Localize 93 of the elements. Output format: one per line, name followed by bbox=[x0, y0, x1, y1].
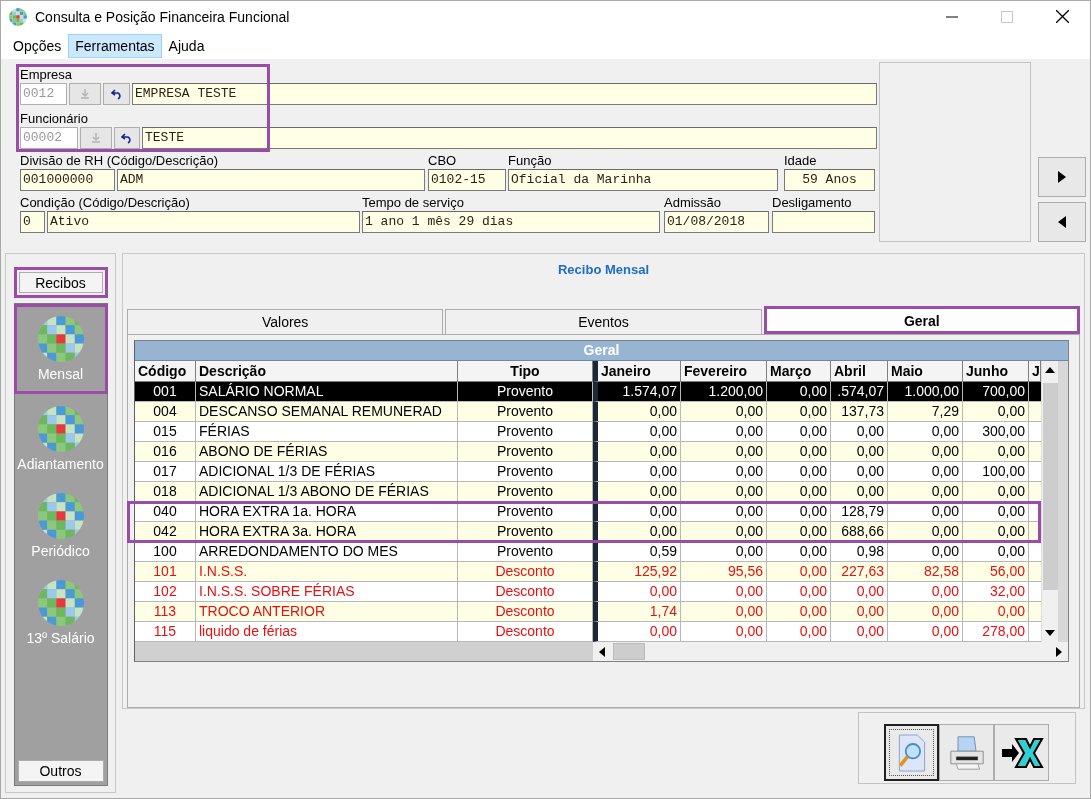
table-cell: 0,00 bbox=[831, 482, 888, 502]
menu-item[interactable]: Ajuda bbox=[161, 33, 212, 58]
code-field: 001000000 bbox=[20, 169, 115, 191]
company-name-field: EMPRESA TESTE bbox=[132, 83, 877, 105]
sidebar-item-label: Adiantamento bbox=[17, 456, 104, 472]
function-field: Oficial da Marinha bbox=[508, 169, 778, 191]
scroll-thumb[interactable] bbox=[1042, 383, 1058, 590]
table-cell: 0,00 bbox=[963, 482, 1029, 502]
column-header[interactable]: Fevereiro bbox=[681, 361, 767, 382]
previous-button[interactable] bbox=[1038, 202, 1086, 242]
table-cell: 0,00 bbox=[963, 522, 1029, 542]
undo-icon bbox=[109, 88, 124, 100]
grid-title: Geral bbox=[135, 341, 1068, 361]
others-button[interactable]: Outros bbox=[17, 760, 104, 782]
table-cell: 0,00 bbox=[681, 522, 767, 542]
table-cell: 0,00 bbox=[681, 482, 767, 502]
cbo-field: 0102-15 bbox=[428, 169, 506, 191]
column-header[interactable]: Junho bbox=[963, 361, 1029, 382]
scroll-down-icon[interactable] bbox=[1045, 630, 1055, 636]
print-button[interactable] bbox=[939, 724, 994, 781]
code-field: 0 bbox=[20, 211, 45, 233]
preview-button[interactable] bbox=[884, 724, 939, 781]
next-button[interactable] bbox=[1038, 157, 1086, 197]
app-icon bbox=[9, 7, 27, 26]
field-label: Condição (Código/Descrição) bbox=[20, 195, 191, 211]
globe-icon bbox=[37, 580, 84, 626]
column-header[interactable]: Tipo bbox=[458, 361, 593, 382]
download-icon bbox=[79, 88, 91, 100]
table-cell: ADICIONAL 1/3 ABONO DE FÉRIAS bbox=[196, 482, 458, 502]
column-header[interactable]: Janeiro bbox=[593, 361, 681, 382]
export-icon bbox=[999, 735, 1044, 770]
window-title: Consulta e Posição Financeira Funcional bbox=[35, 8, 290, 25]
right-triangle-icon bbox=[1058, 171, 1066, 183]
column-header[interactable]: J bbox=[1029, 361, 1041, 382]
field-label: Função bbox=[508, 153, 553, 169]
panel-title: Recibo Mensal bbox=[557, 262, 650, 279]
age-field: 59 Anos bbox=[784, 169, 875, 191]
field-label: Idade bbox=[784, 153, 818, 169]
table-cell: 018 bbox=[135, 482, 196, 502]
table-cell: Provento bbox=[458, 522, 593, 542]
table-cell: 688,66 bbox=[831, 522, 888, 542]
globe-icon bbox=[37, 493, 84, 539]
sidebar-item-label: Mensal bbox=[37, 366, 84, 382]
horizontal-scrollbar[interactable] bbox=[593, 642, 1068, 661]
code-field: 0012 bbox=[20, 83, 67, 105]
status-field: Ativo bbox=[47, 211, 360, 233]
table-cell: 042 bbox=[135, 522, 196, 542]
field-label: CBO bbox=[428, 153, 458, 169]
receipts-button[interactable]: Recibos bbox=[13, 267, 108, 298]
table-cell: 0,00 bbox=[888, 482, 963, 502]
field-label: Divisão de RH (Código/Descrição) bbox=[20, 153, 219, 169]
column-header[interactable]: Código bbox=[135, 361, 196, 382]
column-header[interactable]: Descrição bbox=[196, 361, 458, 382]
table-cell: HORA EXTRA 3a. HORA bbox=[196, 522, 458, 542]
table-cell: 0,00 bbox=[767, 482, 831, 502]
undo-icon bbox=[120, 132, 134, 144]
field-label: Empresa bbox=[20, 67, 74, 83]
code-field: 00002 bbox=[20, 127, 78, 149]
download-icon bbox=[90, 132, 102, 144]
globe-icon bbox=[37, 406, 84, 452]
employee-name-field: TESTE bbox=[142, 127, 877, 149]
column-header[interactable]: Março bbox=[767, 361, 831, 382]
tab[interactable]: Geral bbox=[763, 306, 1080, 334]
table-cell: Provento bbox=[458, 482, 593, 502]
sidebar-item-label: 13º Salário bbox=[26, 630, 95, 646]
field-label: Desligamento bbox=[772, 195, 853, 211]
tab[interactable]: Valores bbox=[127, 309, 444, 334]
division-field: ADM bbox=[117, 169, 425, 191]
close-icon[interactable] bbox=[1056, 10, 1069, 23]
admission-date-field: 01/08/2018 bbox=[664, 211, 769, 233]
globe-icon bbox=[37, 316, 84, 362]
undo-button[interactable] bbox=[114, 127, 140, 149]
field-label: Admissão bbox=[664, 195, 723, 211]
export-button[interactable] bbox=[994, 724, 1049, 781]
table-cell: 0,00 bbox=[888, 522, 963, 542]
sidebar-item-label: Periódico bbox=[31, 543, 90, 559]
column-header[interactable]: Maio bbox=[888, 361, 963, 382]
tab[interactable]: Eventos bbox=[445, 309, 762, 334]
scroll-thumb[interactable] bbox=[613, 643, 645, 660]
column-header[interactable]: Abril bbox=[831, 361, 888, 382]
scroll-up-icon[interactable] bbox=[1045, 367, 1055, 373]
scroll-right-icon[interactable] bbox=[1056, 646, 1062, 657]
field-label: Funcionário bbox=[20, 111, 89, 127]
menu-item[interactable]: Ferramentas bbox=[68, 33, 162, 58]
scroll-left-icon[interactable] bbox=[599, 646, 605, 657]
left-triangle-icon bbox=[1058, 216, 1066, 228]
maximize-icon bbox=[1001, 10, 1013, 23]
service-time-field: 1 ano 1 mês 29 dias bbox=[362, 211, 660, 233]
vertical-scrollbar[interactable] bbox=[1041, 361, 1058, 642]
field-label: Tempo de serviço bbox=[362, 195, 465, 211]
undo-button[interactable] bbox=[103, 83, 130, 105]
table-cell: 0,00 bbox=[767, 522, 831, 542]
menu-item[interactable]: Opções bbox=[6, 33, 69, 58]
